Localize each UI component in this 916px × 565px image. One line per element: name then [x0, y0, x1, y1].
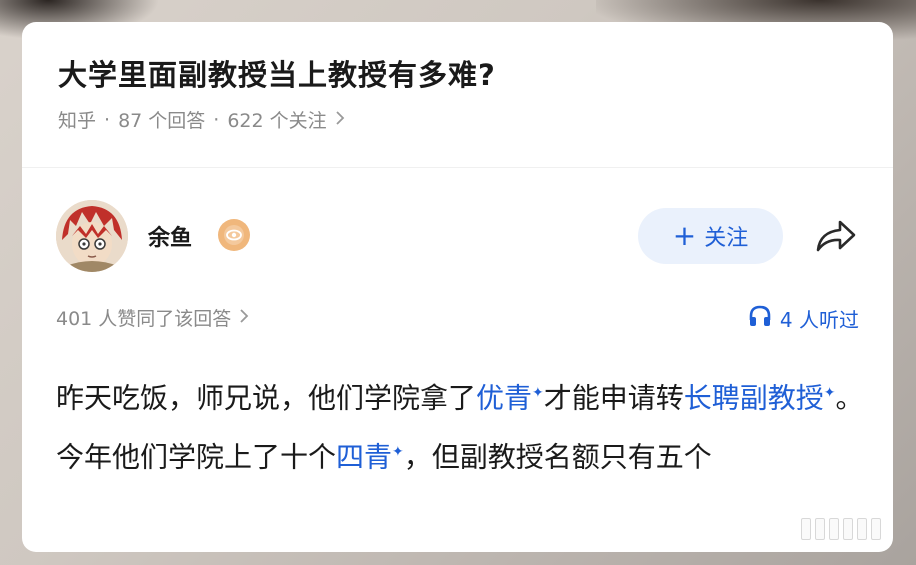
follow-label: 关注	[704, 226, 749, 251]
answer-body: 昨天吃饭，师兄说，他们学院拿了优青✦才能申请转长聘副教授✦。今年他们学院上了十个…	[56, 366, 866, 485]
plus-icon: +	[672, 219, 697, 252]
watermark-mark	[857, 518, 867, 540]
watermark	[801, 518, 881, 540]
share-icon[interactable]	[814, 218, 858, 254]
answer-card: 大学里面副教授当上教授有多难? 知乎 · 87 个回答 · 622 个关注 余鱼	[22, 22, 893, 552]
answer-text: 昨天吃饭，师兄说，他们学院拿了	[56, 381, 477, 415]
link-siqing[interactable]: 四青	[336, 441, 392, 474]
meta-dot: ·	[104, 108, 111, 131]
link-changpin-associate-professor[interactable]: 长聘副教授	[684, 381, 824, 414]
follower-count: 622 个关注	[227, 110, 327, 132]
listened-info[interactable]: 4 人听过	[748, 304, 859, 333]
question-meta[interactable]: 知乎 · 87 个回答 · 622 个关注	[58, 106, 345, 133]
chevron-right-icon	[239, 307, 249, 329]
sparkle-icon: ✦	[532, 385, 544, 401]
source-label: 知乎	[58, 110, 97, 132]
answer-text: ，但副教授名额只有五个	[403, 440, 712, 474]
likes-text: 401 人赞同了该回答	[56, 308, 232, 330]
chevron-right-icon	[335, 109, 345, 131]
watermark-mark	[871, 518, 881, 540]
question-title[interactable]: 大学里面副教授当上教授有多难?	[58, 52, 496, 94]
eye-badge-icon	[218, 219, 250, 251]
watermark-mark	[801, 518, 811, 540]
watermark-mark	[843, 518, 853, 540]
divider	[22, 167, 893, 168]
link-youqing[interactable]: 优青	[476, 381, 532, 414]
listened-text: 4 人听过	[779, 308, 859, 332]
answer-count: 87 个回答	[118, 110, 206, 132]
answer-text: 才能申请转	[543, 381, 684, 415]
watermark-mark	[829, 518, 839, 540]
likes-info[interactable]: 401 人赞同了该回答	[56, 304, 249, 331]
follow-button[interactable]: + 关注	[638, 208, 783, 264]
avatar[interactable]	[56, 200, 128, 272]
meta-dot: ·	[213, 108, 220, 131]
sparkle-icon: ✦	[823, 385, 836, 401]
watermark-mark	[815, 518, 825, 540]
author-name[interactable]: 余鱼	[148, 220, 192, 252]
sparkle-icon: ✦	[392, 444, 404, 461]
headphones-icon	[748, 304, 772, 333]
